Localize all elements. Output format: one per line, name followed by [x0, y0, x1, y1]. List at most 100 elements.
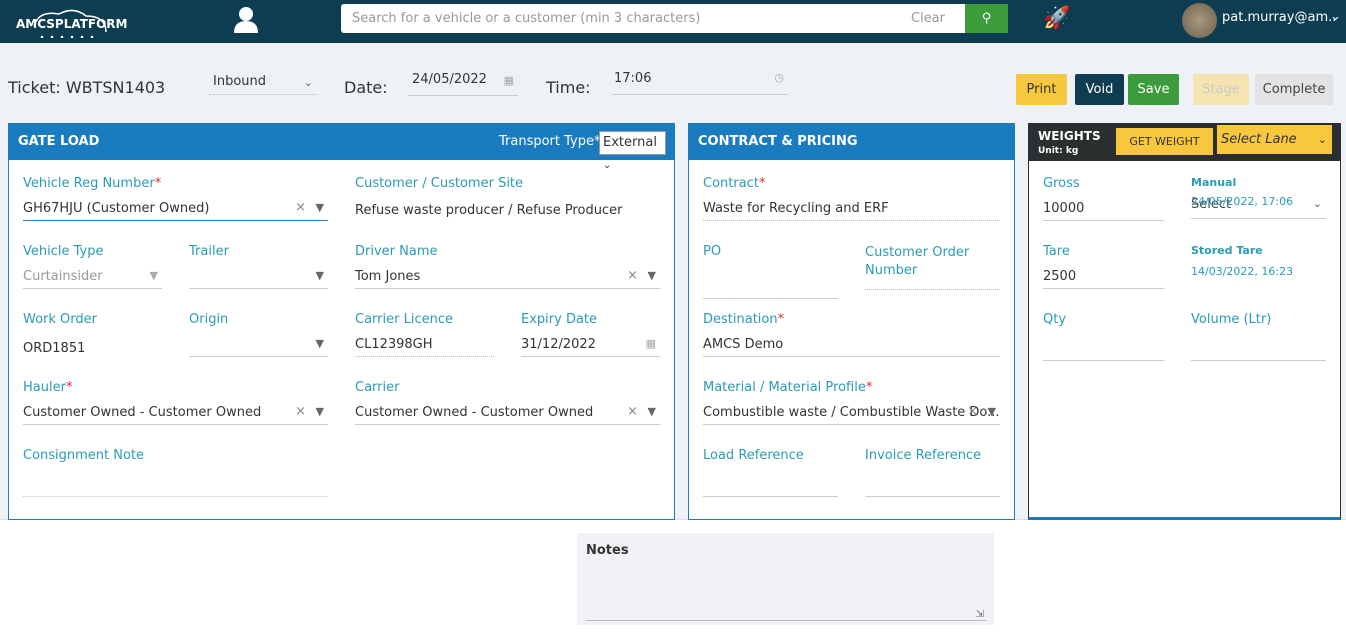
- destination-value: AMCS Demo: [703, 337, 783, 352]
- carrier-label: Carrier: [355, 380, 660, 395]
- trailer-field[interactable]: Trailer ▼: [189, 244, 328, 289]
- customer-field: Customer / Customer Site Refuse waste pro…: [355, 176, 660, 218]
- caret-down-icon[interactable]: ▼: [648, 405, 656, 418]
- po-field[interactable]: PO: [703, 244, 838, 299]
- user-icon[interactable]: [234, 6, 258, 37]
- caret-down-icon[interactable]: ▼: [316, 405, 324, 418]
- transport-type-value: External: [603, 135, 657, 150]
- manual-label: Manual: [1191, 176, 1326, 189]
- stored-tare-label: Stored Tare: [1191, 244, 1326, 257]
- vehicle-reg-label: Vehicle Reg Number: [23, 176, 155, 191]
- load-reference-field[interactable]: Load Reference: [703, 448, 838, 497]
- gross-field[interactable]: Gross10000: [1043, 176, 1164, 221]
- material-field[interactable]: Material / Material Profile*Combustible …: [703, 380, 1000, 425]
- vehicle-type-label: Vehicle Type: [23, 244, 162, 259]
- time-value: 17:06: [614, 71, 651, 86]
- clear-icon[interactable]: ×: [295, 404, 306, 419]
- contract-pricing-panel: CONTRACT & PRICING Contract*Waste for Re…: [688, 123, 1015, 520]
- chevron-down-icon: ⌄: [1313, 197, 1322, 210]
- hauler-label: Hauler: [23, 380, 66, 395]
- save-button[interactable]: Save: [1128, 74, 1179, 105]
- gross-label: Gross: [1043, 176, 1164, 191]
- expiry-label: Expiry Date: [521, 312, 660, 327]
- gate-load-header: GATE LOAD Transport Type* External ⌄: [9, 124, 674, 160]
- logo[interactable]: AMCSPLATFORM: [14, 6, 112, 38]
- rocket-icon[interactable]: 🚀: [1043, 6, 1070, 31]
- direction-select[interactable]: Inbound⌄: [209, 74, 317, 95]
- volume-label: Volume (Ltr): [1191, 312, 1326, 327]
- clock-icon: ◷: [774, 71, 784, 84]
- chevron-down-icon[interactable]: ⌄: [1330, 9, 1341, 24]
- clear-icon[interactable]: ×: [627, 404, 638, 419]
- avatar[interactable]: [1182, 3, 1217, 38]
- calendar-icon[interactable]: ▦: [646, 337, 656, 350]
- caret-down-icon[interactable]: ▼: [648, 269, 656, 282]
- lane-value: Select Lane: [1221, 132, 1297, 147]
- weights-header: WEIGHTS Unit: kg GET WEIGHT Select Lane⌄: [1029, 124, 1340, 161]
- clear-icon[interactable]: ×: [627, 268, 638, 283]
- caret-down-icon: ▼: [316, 337, 324, 350]
- get-weight-button[interactable]: GET WEIGHT: [1116, 128, 1213, 155]
- carrier-licence-field[interactable]: Carrier LicenceCL12398GH: [355, 312, 494, 357]
- carrier-field[interactable]: Carrier Customer Owned - Customer Owned × ▼: [355, 380, 660, 425]
- resize-handle-icon[interactable]: ⇲: [976, 609, 984, 620]
- work-order-value: ORD1851: [23, 341, 85, 356]
- user-menu[interactable]: pat.murray@am..: [1222, 10, 1336, 25]
- transport-type-label: Transport Type*: [499, 124, 601, 160]
- tare-label: Tare: [1043, 244, 1164, 259]
- contract-field[interactable]: Contract*Waste for Recycling and ERF: [703, 176, 1000, 221]
- manual-date: 24/05/2022, 17:06: [1191, 195, 1293, 208]
- consignment-note-field[interactable]: Consignment Note: [23, 448, 328, 497]
- driver-field[interactable]: Driver NameTom Jones×▼: [355, 244, 660, 289]
- print-button[interactable]: Print: [1016, 74, 1067, 105]
- driver-label: Driver Name: [355, 244, 660, 259]
- expiry-date-field[interactable]: Expiry Date31/12/2022▦: [521, 312, 660, 357]
- customer-value: Refuse waste producer / Refuse Producer: [355, 199, 660, 218]
- weights-title: WEIGHTS: [1038, 129, 1101, 143]
- search-input[interactable]: Search for a vehicle or a customer (min …: [341, 4, 965, 33]
- hauler-field[interactable]: Hauler*Customer Owned - Customer Owned×▼: [23, 380, 328, 425]
- stage-button[interactable]: Stage: [1193, 74, 1249, 105]
- lane-select[interactable]: Select Lane⌄: [1216, 125, 1332, 154]
- gate-load-panel: GATE LOAD Transport Type* External ⌄ Veh…: [8, 123, 675, 520]
- void-button[interactable]: Void: [1075, 74, 1124, 105]
- carrier-licence-value: CL12398GH: [355, 337, 433, 352]
- contract-pricing-header: CONTRACT & PRICING: [689, 124, 1014, 160]
- clear-button[interactable]: Clear: [911, 11, 945, 26]
- trailer-label: Trailer: [189, 244, 328, 259]
- caret-down-icon[interactable]: ▼: [988, 405, 996, 418]
- date-input[interactable]: 24/05/2022▦: [408, 72, 518, 96]
- search-button[interactable]: ⚲: [965, 4, 1008, 33]
- vehicle-type-field[interactable]: Vehicle TypeCurtainsider▼: [23, 244, 162, 289]
- transport-type-select[interactable]: External ⌄: [599, 131, 666, 155]
- search-icon: ⚲: [982, 11, 992, 26]
- panel-title: GATE LOAD: [18, 134, 99, 149]
- work-order-field[interactable]: Work Order ORD1851: [23, 312, 162, 357]
- clear-icon[interactable]: ×: [295, 200, 306, 215]
- customer-order-number-field[interactable]: Customer Order Number: [865, 244, 1000, 290]
- origin-field[interactable]: Origin▼: [189, 312, 328, 357]
- vehicle-reg-field[interactable]: Vehicle Reg Number*GH67HJU (Customer Own…: [23, 176, 328, 221]
- destination-field[interactable]: Destination*AMCS Demo: [703, 312, 1000, 357]
- material-value: Combustible waste / Combustible Waste Do…: [703, 405, 1000, 420]
- caret-down-icon[interactable]: ▼: [316, 201, 324, 214]
- clear-icon[interactable]: ×: [967, 404, 978, 419]
- weights-unit: Unit: kg: [1038, 146, 1078, 156]
- caret-down-icon: ▼: [316, 269, 324, 282]
- qty-label: Qty: [1043, 312, 1164, 327]
- complete-button[interactable]: Complete: [1255, 74, 1333, 105]
- stored-tare-value: 14/03/2022, 16:23: [1191, 265, 1326, 278]
- time-input[interactable]: 17:06 ◷: [612, 71, 788, 95]
- time-label: Time:: [546, 78, 591, 97]
- customer-label: Customer / Customer Site: [355, 176, 660, 191]
- manual-field[interactable]: ManualSelect24/05/2022, 17:06⌄: [1191, 176, 1326, 219]
- work-order-label: Work Order: [23, 312, 162, 327]
- carrier-value: Customer Owned - Customer Owned: [355, 405, 593, 420]
- invoice-reference-field[interactable]: Invoice Reference: [865, 448, 1000, 497]
- tare-field[interactable]: Tare2500: [1043, 244, 1164, 289]
- ticket-label: Ticket: WBTSN1403: [8, 78, 165, 97]
- load-reference-label: Load Reference: [703, 448, 838, 463]
- qty-field[interactable]: Qty: [1043, 312, 1164, 361]
- notes-textarea[interactable]: ⇲: [586, 563, 986, 621]
- volume-field[interactable]: Volume (Ltr): [1191, 312, 1326, 361]
